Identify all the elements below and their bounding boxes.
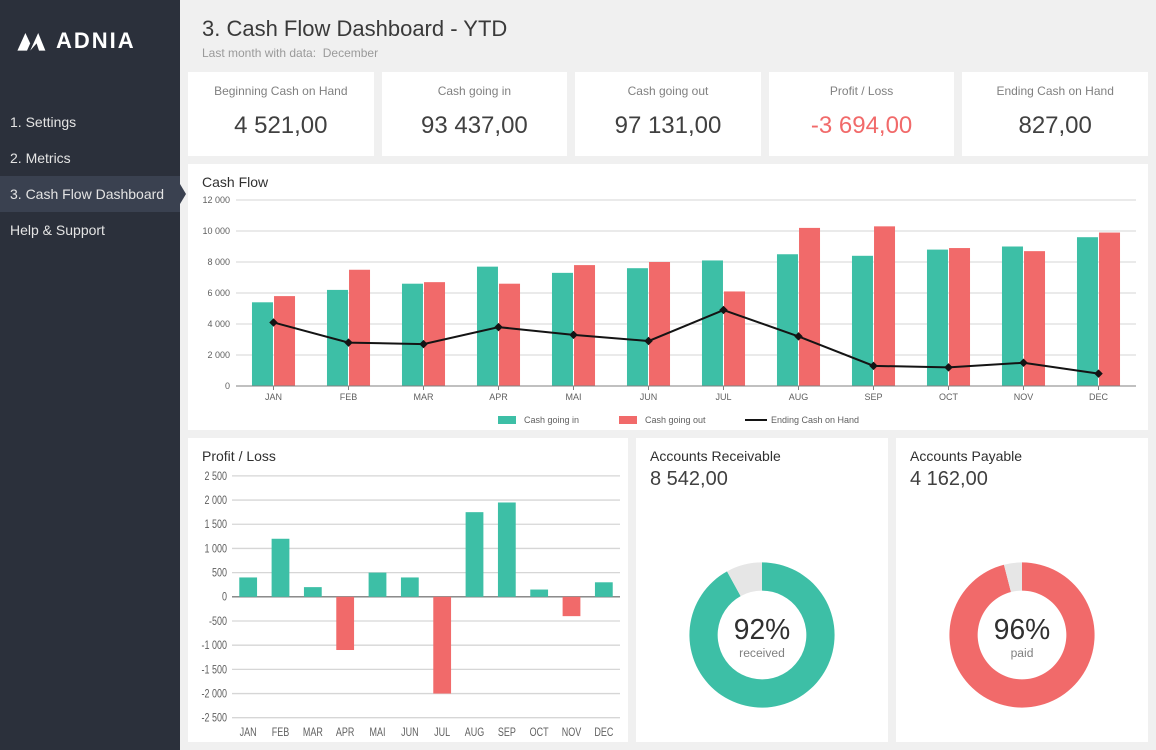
svg-text:10 000: 10 000 <box>202 226 230 236</box>
svg-text:1 000: 1 000 <box>204 542 227 556</box>
svg-text:2 000: 2 000 <box>207 350 230 360</box>
svg-text:Ending Cash on Hand: Ending Cash on Hand <box>771 415 859 425</box>
svg-text:0: 0 <box>225 381 230 391</box>
svg-text:received: received <box>739 646 785 660</box>
subtitle-prefix: Last month with data: <box>202 46 316 60</box>
page-title: 3. Cash Flow Dashboard - YTD <box>202 16 1134 42</box>
svg-text:-1 000: -1 000 <box>201 639 227 653</box>
svg-text:DEC: DEC <box>1089 392 1109 402</box>
panel-title: Accounts Receivable <box>636 438 888 468</box>
kpi-beginning-cash: Beginning Cash on Hand 4 521,00 <box>188 72 374 156</box>
svg-text:FEB: FEB <box>340 392 358 402</box>
panel-title: Profit / Loss <box>188 438 628 468</box>
panel-title: Cash Flow <box>188 164 1148 194</box>
sidebar-item-cash-flow-dashboard[interactable]: 3. Cash Flow Dashboard <box>0 176 180 212</box>
svg-text:SEP: SEP <box>498 726 516 740</box>
kpi-value: -3 694,00 <box>775 112 949 140</box>
kpi-ending-cash: Ending Cash on Hand 827,00 <box>962 72 1148 156</box>
page-subtitle: Last month with data: December <box>202 46 1134 60</box>
page-header: 3. Cash Flow Dashboard - YTD Last month … <box>180 0 1156 72</box>
svg-text:-1 500: -1 500 <box>201 663 227 677</box>
svg-text:MAI: MAI <box>565 392 581 402</box>
ar-donut: 92%received <box>636 497 888 750</box>
svg-text:Cash going in: Cash going in <box>524 415 579 425</box>
svg-text:JUN: JUN <box>401 726 418 740</box>
svg-text:500: 500 <box>212 566 227 580</box>
svg-text:2 500: 2 500 <box>204 470 227 484</box>
kpi-row: Beginning Cash on Hand 4 521,00 Cash goi… <box>180 72 1156 164</box>
svg-text:NOV: NOV <box>562 726 581 740</box>
ap-donut: 96%paid <box>896 497 1148 750</box>
kpi-label: Profit / Loss <box>775 84 949 98</box>
accounts-receivable-panel: Accounts Receivable 8 542,00 92%received <box>636 438 888 742</box>
sidebar-item-settings[interactable]: 1. Settings <box>0 104 180 140</box>
svg-text:NOV: NOV <box>1014 392 1034 402</box>
svg-text:8 000: 8 000 <box>207 257 230 267</box>
bottom-row: Profit / Loss -2 500 -2 000 -1 500 -1 000 -5… <box>180 438 1156 750</box>
brand-logo: ADNIA <box>0 0 180 104</box>
svg-text:-500: -500 <box>209 615 227 629</box>
svg-text:JUL: JUL <box>715 392 731 402</box>
kpi-value: 4 521,00 <box>194 112 368 140</box>
svg-text:6 000: 6 000 <box>207 288 230 298</box>
svg-text:0: 0 <box>222 591 227 605</box>
svg-text:APR: APR <box>336 726 355 740</box>
sidebar: ADNIA 1. Settings 2. Metrics 3. Cash Flo… <box>0 0 180 750</box>
svg-text:12 000: 12 000 <box>202 195 230 205</box>
brand-logo-icon <box>14 29 48 53</box>
svg-text:OCT: OCT <box>939 392 959 402</box>
svg-text:JAN: JAN <box>265 392 282 402</box>
svg-text:4 000: 4 000 <box>207 319 230 329</box>
svg-text:JUL: JUL <box>434 726 450 740</box>
svg-text:1 500: 1 500 <box>204 518 227 532</box>
profit-loss-panel: Profit / Loss -2 500 -2 000 -1 500 -1 000 -5… <box>188 438 628 742</box>
sidebar-item-metrics[interactable]: 2. Metrics <box>0 140 180 176</box>
svg-text:MAI: MAI <box>370 726 386 740</box>
kpi-cash-in: Cash going in 93 437,00 <box>382 72 568 156</box>
kpi-value: 97 131,00 <box>581 112 755 140</box>
svg-text:APR: APR <box>489 392 508 402</box>
svg-text:paid: paid <box>1011 646 1034 660</box>
subtitle-value: December <box>323 46 378 60</box>
accounts-payable-panel: Accounts Payable 4 162,00 96%paid <box>896 438 1148 742</box>
kpi-profit-loss: Profit / Loss -3 694,00 <box>769 72 955 156</box>
kpi-label: Beginning Cash on Hand <box>194 84 368 98</box>
svg-text:Cash going out: Cash going out <box>645 415 706 425</box>
kpi-value: 93 437,00 <box>388 112 562 140</box>
ar-amount: 8 542,00 <box>636 468 888 497</box>
svg-text:AUG: AUG <box>465 726 484 740</box>
svg-text:JAN: JAN <box>240 726 257 740</box>
kpi-label: Cash going out <box>581 84 755 98</box>
panel-title: Accounts Payable <box>896 438 1148 468</box>
svg-text:96%: 96% <box>994 613 1050 645</box>
main: 3. Cash Flow Dashboard - YTD Last month … <box>180 0 1156 750</box>
kpi-cash-out: Cash going out 97 131,00 <box>575 72 761 156</box>
kpi-label: Ending Cash on Hand <box>968 84 1142 98</box>
svg-text:-2 000: -2 000 <box>201 687 227 701</box>
sidebar-item-help-support[interactable]: Help & Support <box>0 212 180 248</box>
svg-text:MAR: MAR <box>303 726 323 740</box>
svg-text:2 000: 2 000 <box>204 494 227 508</box>
svg-text:92%: 92% <box>734 613 790 645</box>
svg-text:AUG: AUG <box>789 392 809 402</box>
svg-text:SEP: SEP <box>864 392 882 402</box>
cash-flow-panel: Cash Flow 0 2 000 4 000 6 000 8 000 10 000 12 … <box>188 164 1148 430</box>
svg-text:DEC: DEC <box>594 726 613 740</box>
kpi-label: Cash going in <box>388 84 562 98</box>
kpi-value: 827,00 <box>968 112 1142 140</box>
cash-flow-chart: 0 2 000 4 000 6 000 8 000 10 000 12 000 JAN FEB M… <box>188 194 1148 432</box>
svg-text:JUN: JUN <box>640 392 658 402</box>
profit-loss-chart: -2 500 -2 000 -1 500 -1 000 -500 0 500 1 000 1 5… <box>188 468 628 744</box>
ap-amount: 4 162,00 <box>896 468 1148 497</box>
svg-text:FEB: FEB <box>272 726 289 740</box>
brand-name: ADNIA <box>56 28 136 54</box>
svg-text:-2 500: -2 500 <box>201 712 227 726</box>
svg-text:MAR: MAR <box>414 392 435 402</box>
svg-text:OCT: OCT <box>530 726 549 740</box>
